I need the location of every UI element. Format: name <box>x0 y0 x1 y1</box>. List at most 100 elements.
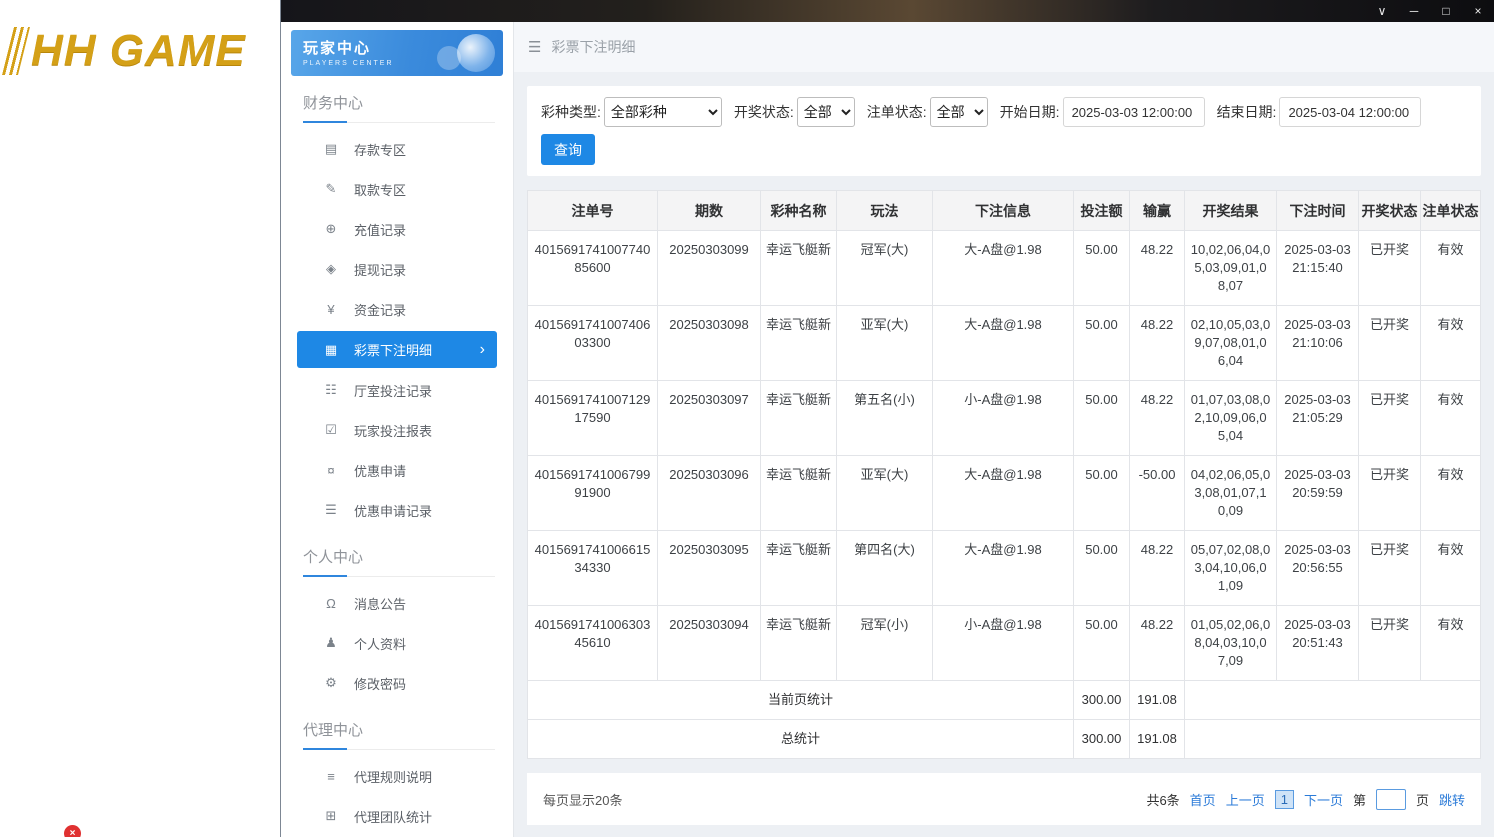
table-cell: 有效 <box>1420 455 1481 531</box>
table-cell: 2025-03-03 21:05:29 <box>1276 380 1359 456</box>
first-page-link[interactable]: 首页 <box>1190 790 1216 809</box>
summary-spacer <box>1184 719 1481 759</box>
window-menu-chevron-icon[interactable]: ∨ <box>1366 0 1398 22</box>
summary-winloss-total: 191.08 <box>1129 719 1185 759</box>
bet-table-card: 注单号 期数 彩种名称 玩法 下注信息 投注额 输赢 开奖结果 下注时间 开奖状态 注单状态 401… <box>527 190 1481 759</box>
table-cell: 大-A盘@1.98 <box>932 305 1074 381</box>
funds-record-icon: ¥ <box>327 301 335 317</box>
sidebar-item-label: 取款专区 <box>354 182 407 198</box>
left-panel: HH GAME × <box>0 0 280 837</box>
table-cell: 幸运飞艇新 <box>760 455 837 531</box>
sidebar-item-withdraw[interactable]: ✎ 取款专区 <box>297 169 497 209</box>
filter-panel: 彩种类型: 全部彩种 开奖状态: 全部 注单状态: 全部 开始日期: 2025-… <box>527 86 1481 176</box>
table-cell: 2025-03-03 20:51:43 <box>1276 605 1359 681</box>
sidebar-item-label: 消息公告 <box>354 596 407 612</box>
next-page-link[interactable]: 下一页 <box>1304 790 1343 809</box>
lottery-type-select[interactable]: 全部彩种 <box>603 97 722 127</box>
content-header: ☰ 彩票下注明细 <box>514 22 1494 72</box>
table-cell: 大-A盘@1.98 <box>932 530 1074 606</box>
sidebar-item-document[interactable]: ≡ 代理规则说明 <box>297 756 497 796</box>
sidebar-item-recharge-record[interactable]: ⊕ 充值记录 <box>297 209 497 249</box>
table-cell: 已开奖 <box>1358 230 1421 306</box>
column-header: 下注时间 <box>1276 190 1359 231</box>
sidebar-item-withdrawal-record[interactable]: ◈ 提现记录 <box>297 249 497 289</box>
window-maximize-button[interactable]: □ <box>1430 0 1462 22</box>
sidebar-item-label: 玩家投注报表 <box>354 423 433 439</box>
menu-icon[interactable]: ☰ <box>528 38 541 56</box>
bet-status-select[interactable]: 全部 <box>929 97 988 127</box>
withdraw-icon: ✎ <box>325 181 337 196</box>
withdrawal-record-icon: ◈ <box>326 261 336 276</box>
column-header: 开奖状态 <box>1358 190 1421 231</box>
table-cell: 48.22 <box>1129 305 1185 381</box>
bell-icon: Ω <box>326 595 336 611</box>
page-prefix-label: 第 <box>1352 792 1366 808</box>
gamepad-icon <box>437 34 495 72</box>
sidebar-item-gear[interactable]: ⚙ 修改密码 <box>297 663 497 703</box>
summary-label: 当前页统计 <box>527 680 1074 720</box>
sidebar-item-user[interactable]: ♟ 个人资料 <box>297 623 497 663</box>
table-cell: 有效 <box>1420 380 1481 456</box>
window-close-button[interactable]: × <box>1462 0 1494 22</box>
app-logo: HH GAME <box>0 0 280 76</box>
table-cell: 48.22 <box>1129 605 1185 681</box>
sidebar-item-promo-apply[interactable]: ¤ 优惠申请 <box>297 450 497 490</box>
prev-page-link[interactable]: 上一页 <box>1226 790 1265 809</box>
player-bet-report-icon: ☑ <box>325 422 337 437</box>
draw-status-label: 开奖状态: <box>733 104 794 120</box>
table-cell: 2025-03-03 21:10:06 <box>1276 305 1359 381</box>
sidebar-item-player-bet-report[interactable]: ☑ 玩家投注报表 <box>297 410 497 450</box>
draw-status-select[interactable]: 全部 <box>796 97 855 127</box>
table-cell: 已开奖 <box>1358 380 1421 456</box>
sidebar-item-hall-bet-record[interactable]: ☷ 厅室投注记录 <box>297 370 497 410</box>
table-cell: 第四名(大) <box>836 530 933 606</box>
sidebar-item-team-stats[interactable]: ⊞ 代理团队统计 <box>297 796 497 836</box>
logo-text: HH GAME <box>31 26 246 75</box>
table-cell: 401569174100661534330 <box>527 530 658 606</box>
sidebar-item-label: 修改密码 <box>354 676 407 692</box>
table-cell: 01,05,02,06,08,04,03,10,07,09 <box>1184 605 1277 681</box>
bet-table: 注单号 期数 彩种名称 玩法 下注信息 投注额 输赢 开奖结果 下注时间 开奖状态 注单状态 401… <box>527 190 1481 759</box>
sidebar-item-label: 厅室投注记录 <box>354 383 433 399</box>
table-cell: 401569174100630345610 <box>527 605 658 681</box>
main-content: ☰ 彩票下注明细 彩种类型: 全部彩种 开奖状态: 全部 注单状态: 全部 开始… <box>514 22 1494 837</box>
end-date-input[interactable] <box>1279 97 1422 127</box>
summary-bet-total: 300.00 <box>1073 680 1130 720</box>
sidebar-item-promo-record[interactable]: ☰ 优惠申请记录 <box>297 490 497 530</box>
pager: 共6条 首页 上一页 1 下一页 第 页 跳转 <box>1146 788 1465 810</box>
table-cell: 亚军(大) <box>836 305 933 381</box>
sidebar-header: 玩家中心 PLAYERS CENTER <box>291 30 503 76</box>
recharge-record-icon: ⊕ <box>325 221 337 236</box>
table-cell: 2025-03-03 20:59:59 <box>1276 455 1359 531</box>
page-title: 彩票下注明细 <box>551 39 636 55</box>
table-cell: 有效 <box>1420 530 1481 606</box>
table-cell: 401569174100712917590 <box>527 380 658 456</box>
page-jump-input[interactable] <box>1375 788 1406 810</box>
error-badge-icon[interactable]: × <box>64 825 81 837</box>
start-date-label: 开始日期: <box>999 104 1060 120</box>
table-cell: 20250303096 <box>657 455 761 531</box>
sidebar-item-deposit[interactable]: ▤ 存款专区 <box>297 129 497 169</box>
table-cell: 小-A盘@1.98 <box>932 605 1074 681</box>
window-minimize-button[interactable]: ─ <box>1398 0 1430 22</box>
query-button[interactable]: 查询 <box>541 134 595 165</box>
pagination-bar: 每页显示20条 共6条 首页 上一页 1 下一页 第 页 跳转 <box>527 773 1481 825</box>
table-cell: 401569174100774085600 <box>527 230 658 306</box>
app-window: ∨ ─ □ × 玩家中心 PLAYERS CENTER 财务中心 ▤ 存款专区 ✎ 取款… <box>280 0 1494 837</box>
table-cell: 20250303094 <box>657 605 761 681</box>
sidebar-item-funds-record[interactable]: ¥ 资金记录 <box>297 289 497 329</box>
sidebar-item-bell[interactable]: Ω 消息公告 <box>297 583 497 623</box>
start-date-input[interactable] <box>1062 97 1205 127</box>
table-cell: 冠军(小) <box>836 605 933 681</box>
current-page-indicator[interactable]: 1 <box>1274 789 1294 809</box>
table-cell: 50.00 <box>1073 230 1130 306</box>
table-cell: -50.00 <box>1129 455 1185 531</box>
table-cell: 02,10,05,03,09,07,08,01,06,04 <box>1184 305 1277 381</box>
sidebar-item-lottery-bet-detail[interactable]: ▦ 彩票下注明细 › <box>297 331 497 368</box>
page-suffix-label: 页 <box>1415 792 1429 808</box>
column-header: 输赢 <box>1129 190 1185 231</box>
jump-link[interactable]: 跳转 <box>1439 790 1465 809</box>
sidebar-item-label: 优惠申请 <box>354 463 407 479</box>
table-cell: 20250303098 <box>657 305 761 381</box>
app-body: 玩家中心 PLAYERS CENTER 财务中心 ▤ 存款专区 ✎ 取款专区 ⊕ 充值记录 ◈… <box>281 22 1494 837</box>
